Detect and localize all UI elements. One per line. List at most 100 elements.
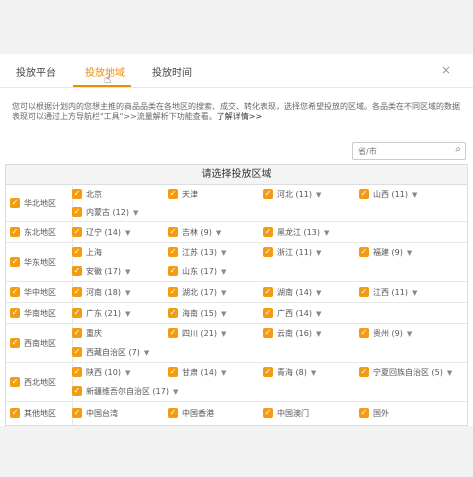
province-checkbox[interactable]: ✓ 国外	[359, 406, 389, 422]
checkbox-checked-icon: ✓	[359, 327, 369, 338]
caret-down-icon[interactable]: ▼	[447, 365, 452, 381]
province-checkbox[interactable]: ✓ 海南 (15) ▼	[168, 306, 226, 322]
caret-down-icon[interactable]: ▼	[316, 245, 321, 261]
caret-down-icon[interactable]: ▼	[144, 345, 149, 361]
province-checkbox[interactable]: ✓ 青海 (8) ▼	[263, 365, 316, 381]
region-row-central-china: ✓ 华中地区 ✓ 河南 (18) ▼ ✓ 湖北 (17) ▼ ✓ 湖南 (14) ▼ ✓ 江西 …	[6, 283, 467, 303]
region-group-checkbox[interactable]: ✓ 其他地区	[10, 406, 56, 422]
caret-down-icon[interactable]: ▼	[125, 306, 130, 322]
region-group-checkbox[interactable]: ✓ 华北地区	[10, 196, 56, 212]
region-group-checkbox[interactable]: ✓ 华东地区	[10, 255, 56, 271]
caret-down-icon[interactable]: ▼	[316, 187, 321, 203]
province-checkbox[interactable]: ✓ 广西 (14) ▼	[263, 306, 321, 322]
caret-down-icon[interactable]: ▼	[125, 264, 130, 280]
caret-down-icon[interactable]: ▼	[316, 326, 321, 342]
province-checkbox[interactable]: ✓ 浙江 (11) ▼	[263, 245, 321, 261]
checkbox-checked-icon: ✓	[359, 188, 369, 199]
province-checkbox[interactable]: ✓ 中国台湾	[72, 406, 118, 422]
province-checkbox[interactable]: ✓ 江苏 (13) ▼	[168, 245, 226, 261]
checkbox-checked-icon: ✓	[263, 246, 273, 257]
caret-down-icon[interactable]: ▼	[221, 326, 226, 342]
caret-down-icon[interactable]: ▼	[173, 384, 178, 400]
checkbox-checked-icon: ✓	[10, 376, 20, 387]
checkbox-checked-icon: ✓	[168, 327, 178, 338]
province-checkbox[interactable]: ✓ 江西 (11) ▼	[359, 285, 417, 301]
caret-down-icon[interactable]: ▼	[412, 187, 417, 203]
province-checkbox[interactable]: ✓ 湖北 (17) ▼	[168, 285, 226, 301]
checkbox-checked-icon: ✓	[10, 407, 20, 418]
province-checkbox[interactable]: ✓ 上海	[72, 245, 102, 261]
region-group-checkbox[interactable]: ✓ 西南地区	[10, 336, 56, 352]
province-checkbox[interactable]: ✓ 河北 (11) ▼	[263, 187, 321, 203]
magnifier-icon[interactable]: ⌕	[455, 144, 461, 155]
region-table: 请选择投放区域 ✓ 华北地区 ✓ 北京 ✓ 天津 ✓ 河北 (11) ▼ ✓ 山西 (11)…	[5, 164, 468, 426]
region-row-south-china: ✓ 华南地区 ✓ 广东 (21) ▼ ✓ 海南 (15) ▼ ✓ 广西 (14) ▼	[6, 304, 467, 324]
region-group-checkbox[interactable]: ✓ 华南地区	[10, 306, 56, 322]
background-top	[0, 0, 473, 54]
caret-down-icon[interactable]: ▼	[125, 285, 130, 301]
region-group-checkbox[interactable]: ✓ 华中地区	[10, 285, 56, 301]
province-checkbox[interactable]: ✓ 云南 (16) ▼	[263, 326, 321, 342]
region-row-other: ✓ 其他地区 ✓ 中国台湾 ✓ 中国香港 ✓ 中国澳门 ✓ 国外	[6, 403, 467, 425]
caret-down-icon[interactable]: ▼	[311, 365, 316, 381]
province-checkbox[interactable]: ✓ 重庆	[72, 326, 102, 342]
tab-time[interactable]: 投放时间	[152, 64, 192, 79]
province-checkbox[interactable]: ✓ 中国香港	[168, 406, 214, 422]
checkbox-checked-icon: ✓	[72, 188, 82, 199]
caret-down-icon[interactable]: ▼	[316, 285, 321, 301]
caret-down-icon[interactable]: ▼	[324, 225, 329, 241]
caret-down-icon[interactable]: ▼	[221, 306, 226, 322]
province-checkbox[interactable]: ✓ 北京	[72, 187, 102, 203]
province-checkbox[interactable]: ✓ 天津	[168, 187, 198, 203]
caret-down-icon[interactable]: ▼	[125, 365, 130, 381]
caret-down-icon[interactable]: ▼	[221, 245, 226, 261]
caret-down-icon[interactable]: ▼	[412, 285, 417, 301]
province-checkbox[interactable]: ✓ 中国澳门	[263, 406, 309, 422]
province-checkbox[interactable]: ✓ 安徽 (17) ▼	[72, 264, 130, 280]
checkbox-checked-icon: ✓	[168, 265, 178, 276]
checkbox-checked-icon: ✓	[72, 385, 82, 396]
caret-down-icon[interactable]: ▼	[221, 365, 226, 381]
checkbox-checked-icon: ✓	[72, 307, 82, 318]
caret-down-icon[interactable]: ▼	[216, 225, 221, 241]
caret-down-icon[interactable]: ▼	[407, 326, 412, 342]
tab-platform[interactable]: 投放平台	[16, 64, 56, 79]
checkbox-checked-icon: ✓	[10, 256, 20, 267]
province-checkbox[interactable]: ✓ 河南 (18) ▼	[72, 285, 130, 301]
region-group-checkbox[interactable]: ✓ 西北地区	[10, 375, 56, 391]
caret-down-icon[interactable]: ▼	[221, 264, 226, 280]
province-checkbox[interactable]: ✓ 陕西 (10) ▼	[72, 365, 130, 381]
province-checkbox[interactable]: ✓ 贵州 (9) ▼	[359, 326, 412, 342]
learn-more-link[interactable]: 了解详情>>	[217, 112, 262, 121]
caret-down-icon[interactable]: ▼	[316, 306, 321, 322]
province-checkbox[interactable]: ✓ 四川 (21) ▼	[168, 326, 226, 342]
checkbox-checked-icon: ✓	[72, 265, 82, 276]
province-checkbox[interactable]: ✓ 新疆维吾尔自治区 (17) ▼	[72, 384, 178, 400]
province-checkbox[interactable]: ✓ 山西 (11) ▼	[359, 187, 417, 203]
checkbox-checked-icon: ✓	[10, 286, 20, 297]
close-icon[interactable]: ×	[441, 63, 451, 77]
province-checkbox[interactable]: ✓ 广东 (21) ▼	[72, 306, 130, 322]
caret-down-icon[interactable]: ▼	[221, 285, 226, 301]
province-checkbox[interactable]: ✓ 湖南 (14) ▼	[263, 285, 321, 301]
search-input[interactable]	[358, 144, 448, 158]
checkbox-checked-icon: ✓	[10, 307, 20, 318]
province-checkbox[interactable]: ✓ 甘肃 (14) ▼	[168, 365, 226, 381]
province-checkbox[interactable]: ✓ 宁夏回族自治区 (5) ▼	[359, 365, 452, 381]
province-checkbox[interactable]: ✓ 辽宁 (14) ▼	[72, 225, 130, 241]
province-checkbox[interactable]: ✓ 福建 (9) ▼	[359, 245, 412, 261]
province-checkbox[interactable]: ✓ 内蒙古 (12) ▼	[72, 205, 138, 221]
checkbox-checked-icon: ✓	[72, 366, 82, 377]
checkbox-checked-icon: ✓	[10, 337, 20, 348]
region-group-checkbox[interactable]: ✓ 东北地区	[10, 225, 56, 241]
region-dialog: 投放平台 投放地域 投放时间 ☝ × 您可以根据计划内的您想主推的商品品类在各地…	[0, 54, 473, 426]
caret-down-icon[interactable]: ▼	[407, 245, 412, 261]
caret-down-icon[interactable]: ▼	[133, 205, 138, 221]
checkbox-checked-icon: ✓	[359, 366, 369, 377]
caret-down-icon[interactable]: ▼	[125, 225, 130, 241]
province-checkbox[interactable]: ✓ 黑龙江 (13) ▼	[263, 225, 329, 241]
province-checkbox[interactable]: ✓ 西藏自治区 (7) ▼	[72, 345, 149, 361]
province-checkbox[interactable]: ✓ 吉林 (9) ▼	[168, 225, 221, 241]
province-checkbox[interactable]: ✓ 山东 (17) ▼	[168, 264, 226, 280]
checkbox-checked-icon: ✓	[263, 226, 273, 237]
